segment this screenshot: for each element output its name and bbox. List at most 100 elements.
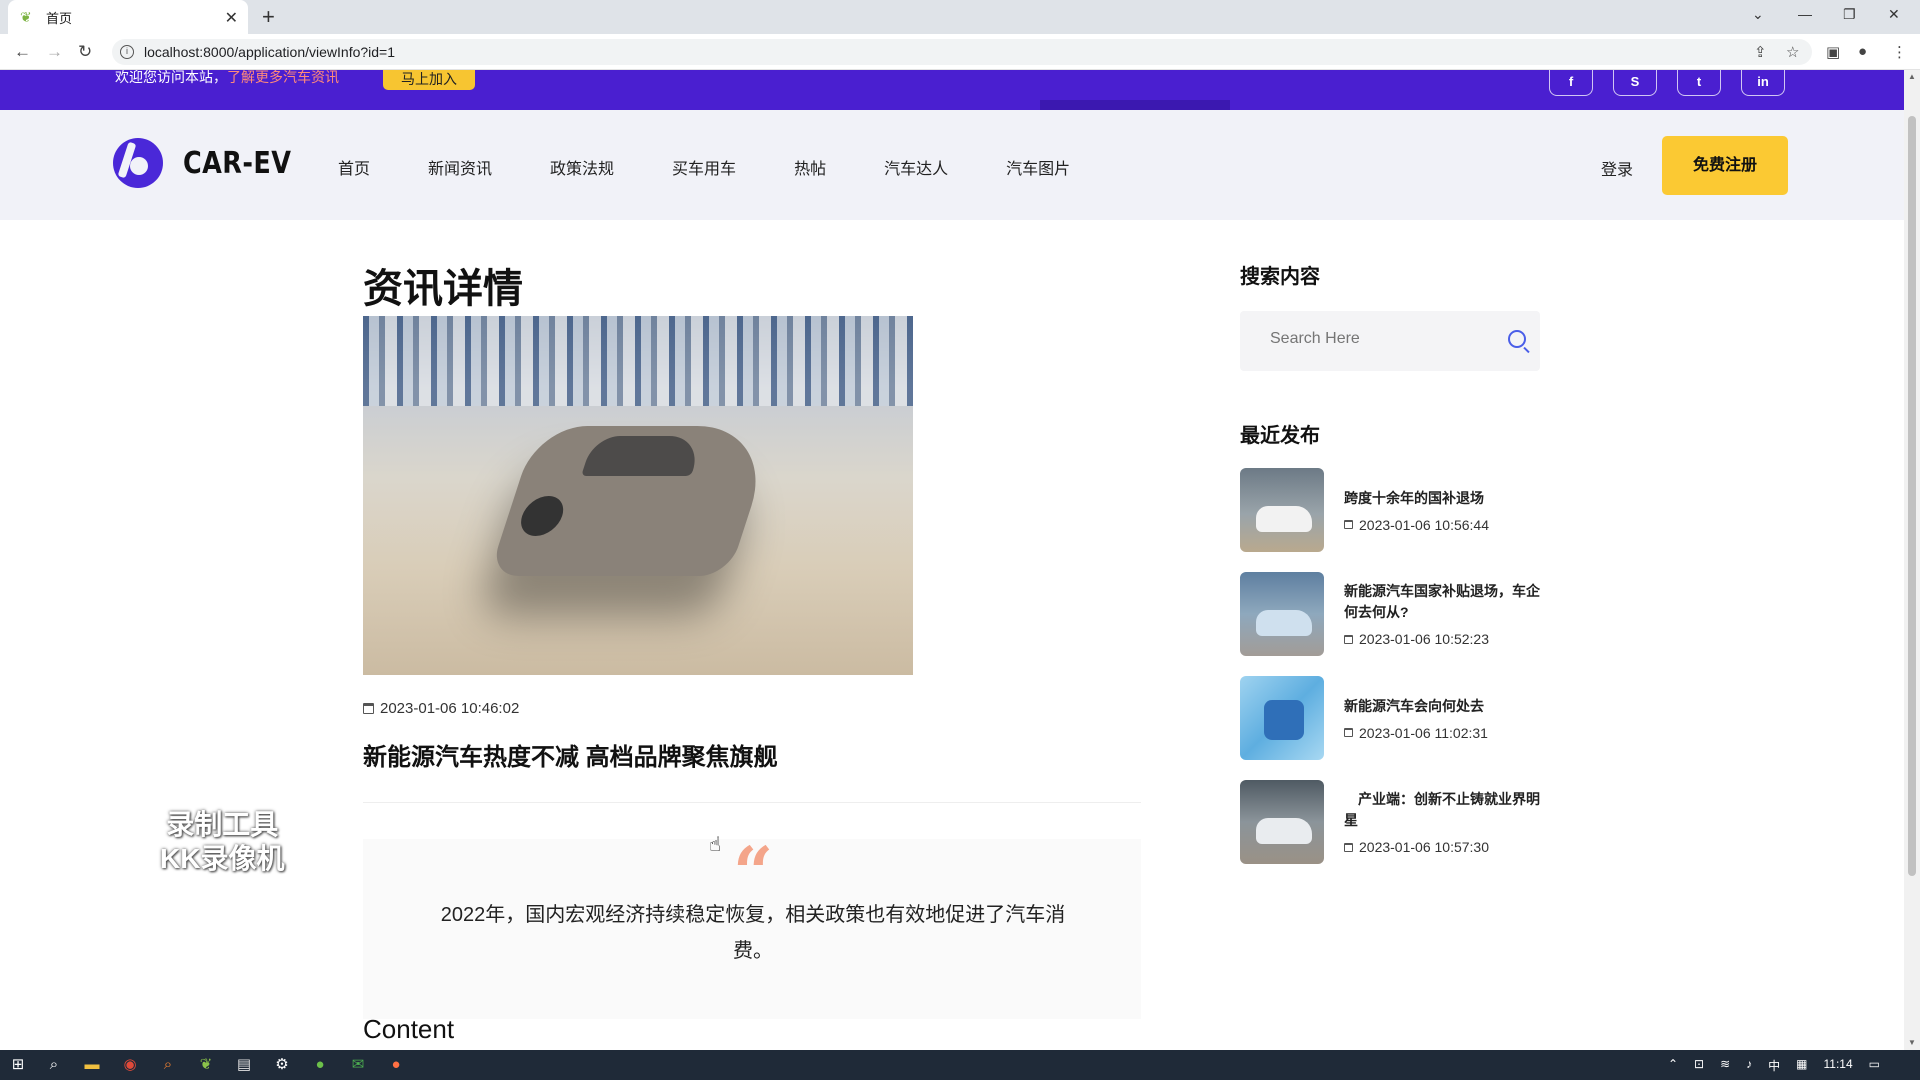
site-logo[interactable]: CAR-EV [113,138,311,188]
nav-home[interactable]: 首页 [338,155,370,179]
calendar-icon [1344,842,1353,852]
recorder-app-icon[interactable]: ● [386,1055,406,1075]
wechat-icon[interactable]: ✉ [348,1055,368,1075]
close-tab-icon[interactable]: ✕ [225,8,238,28]
learn-more-link[interactable]: 了解更多汽车资讯 [227,70,339,85]
tab-title: 首页 [46,10,73,26]
calendar-icon [1344,728,1353,737]
page-scrollbar[interactable]: ▲ ▼ [1904,70,1920,1051]
facebook-icon[interactable]: f [1549,70,1593,96]
nav-car-pictures[interactable]: 汽车图片 [1006,155,1070,179]
search-icon[interactable]: ⌕ [44,1055,64,1075]
article-title: 新能源汽车热度不减 高档品牌聚焦旗舰 [363,744,778,771]
recorder-watermark: 录制工具 KK录像机 [160,809,285,874]
volume-icon[interactable]: ♪ [1746,1057,1752,1074]
recent-post-title[interactable]: 新能源汽车会向何处去 [1344,696,1540,717]
search-app-icon[interactable]: ⌕ [158,1055,178,1075]
search-icon[interactable] [1508,330,1526,348]
recent-post-title[interactable]: 跨度十余年的国补退场 [1344,488,1540,509]
logo-mark-icon [113,138,163,188]
wifi-icon[interactable]: ≋ [1720,1057,1730,1074]
restore-icon[interactable]: ❐ [1843,6,1856,23]
nav-experts[interactable]: 汽车达人 [884,155,948,179]
grid-icon[interactable]: ▦ [1796,1057,1807,1074]
app-icon[interactable]: ● [310,1055,330,1075]
search-input[interactable] [1270,330,1490,348]
browser-toolbar: ← → ↻ i localhost:8000/application/viewI… [0,34,1920,70]
article-hero-image [363,316,913,675]
nav-buy-use-car[interactable]: 买车用车 [672,155,736,179]
calendar-icon [1344,634,1353,644]
recent-post-thumbnail[interactable] [1240,780,1324,864]
profile-icon[interactable]: ● [1858,43,1867,60]
twitter-icon[interactable]: t [1677,70,1721,96]
share-icon[interactable]: ⇪ [1754,43,1767,61]
address-bar[interactable]: i localhost:8000/application/viewInfo?id… [112,39,1812,65]
join-now-button[interactable]: 马上加入 [383,70,475,90]
clock[interactable]: 11:14 [1824,1057,1853,1074]
site-header: CAR-EV 首页 新闻资讯 政策法规 买车用车 热帖 汽车达人 汽车图片 登录… [0,110,1904,220]
recent-post-item[interactable]: 新能源汽车会向何处去 2023-01-06 11:02:31 [1240,676,1540,760]
chrome-icon[interactable]: ◉ [120,1055,140,1075]
web-page: 欢迎您访问本站，了解更多汽车资讯 马上加入 f S t in CAR-EV 首页… [0,70,1904,1051]
recent-post-title[interactable]: 新能源汽车国家补贴退场，车企何去何从? [1344,581,1540,623]
recent-post-item[interactable]: 产业端：创新不止铸就业界明星 2023-01-06 10:57:30 [1240,780,1540,864]
linkedin-icon[interactable]: in [1741,70,1785,96]
site-info-icon[interactable]: i [120,45,134,59]
quote-text: 2022年，国内宏观经济持续稳定恢复，相关政策也有效地促进了汽车消费。 [440,904,1066,962]
tab-search-icon[interactable]: ⌄ [1752,6,1764,23]
start-icon[interactable]: ⊞ [8,1055,28,1075]
scrollbar-thumb[interactable] [1908,116,1916,876]
minimize-icon[interactable]: — [1798,6,1812,22]
nav-policy[interactable]: 政策法规 [550,155,614,179]
leaf-favicon-icon: ❦ [20,9,32,25]
nav-hot-posts[interactable]: 热帖 [794,155,826,179]
browser-tabbar: ❦ 首页 ✕ + ⌄ — ❐ ✕ [0,0,1920,34]
ime-indicator[interactable]: 中 [1768,1057,1780,1074]
tray-chevron-icon[interactable]: ⌃ [1668,1057,1678,1074]
settings-icon[interactable]: ⚙ [272,1055,292,1075]
notification-icon[interactable]: ▭ [1869,1057,1880,1074]
recent-post-date: 2023-01-06 10:56:44 [1344,517,1540,533]
recent-heading: 最近发布 [1240,425,1320,447]
search-heading: 搜索内容 [1240,266,1320,288]
new-tab-icon[interactable]: + [262,4,275,30]
recent-post-item[interactable]: 新能源汽车国家补贴退场，车企何去何从? 2023-01-06 10:52:23 [1240,572,1540,656]
nav-news[interactable]: 新闻资讯 [428,155,492,179]
back-icon[interactable]: ← [14,42,31,62]
close-window-icon[interactable]: ✕ [1888,6,1900,23]
login-link[interactable]: 登录 [1601,156,1633,180]
register-button[interactable]: 免费注册 [1662,136,1788,195]
recent-post-item[interactable]: 跨度十余年的国补退场 2023-01-06 10:56:44 [1240,468,1540,552]
notepad-icon[interactable]: ▤ [234,1055,254,1075]
blockquote: “ 2022年，国内宏观经济持续稳定恢复，相关政策也有效地促进了汽车消费。 [363,831,1141,1019]
windows-taskbar: ⊞ ⌕ ▬ ◉ ⌕ ❦ ▤ ⚙ ● ✉ ● ⌃ ⊡ ≋ ♪ 中 ▦ 11:14 … [0,1050,1920,1080]
system-tray: ⌃ ⊡ ≋ ♪ 中 ▦ 11:14 ▭ [1668,1057,1880,1074]
side-panel-icon[interactable]: ▣ [1826,43,1840,61]
mouse-cursor-icon: ☝ [709,834,722,856]
main-nav: 首页 新闻资讯 政策法规 买车用车 热帖 汽车达人 汽车图片 [338,155,1128,179]
recent-post-thumbnail[interactable] [1240,572,1324,656]
network-icon[interactable]: ⊡ [1694,1057,1704,1074]
calendar-icon [1344,520,1353,529]
forward-icon[interactable]: → [46,42,63,62]
recent-post-thumbnail[interactable] [1240,676,1324,760]
leaf-app-icon[interactable]: ❦ [196,1055,216,1075]
reload-icon[interactable]: ↻ [78,42,92,62]
page-title: 资讯详情 [363,267,523,311]
recent-post-thumbnail[interactable] [1240,468,1324,552]
article-date: 2023-01-06 10:46:02 [363,700,1143,717]
browser-menu-icon[interactable]: ⋮ [1892,43,1907,61]
browser-tab[interactable]: ❦ 首页 ✕ [8,0,248,34]
recent-post-date: 2023-01-06 10:52:23 [1344,631,1540,647]
recent-posts-list: 跨度十余年的国补退场 2023-01-06 10:56:44 新能源汽车国家补贴… [1240,468,1540,864]
file-explorer-icon[interactable]: ▬ [82,1055,102,1075]
skype-icon[interactable]: S [1613,70,1657,96]
scroll-down-icon[interactable]: ▼ [1908,1038,1916,1047]
recent-post-title[interactable]: 产业端：创新不止铸就业界明星 [1344,789,1540,831]
bookmark-star-icon[interactable]: ☆ [1786,43,1799,61]
recent-post-date: 2023-01-06 11:02:31 [1344,725,1540,741]
recent-post-date: 2023-01-06 10:57:30 [1344,839,1540,855]
scroll-up-icon[interactable]: ▲ [1908,72,1916,81]
calendar-icon [363,703,374,714]
